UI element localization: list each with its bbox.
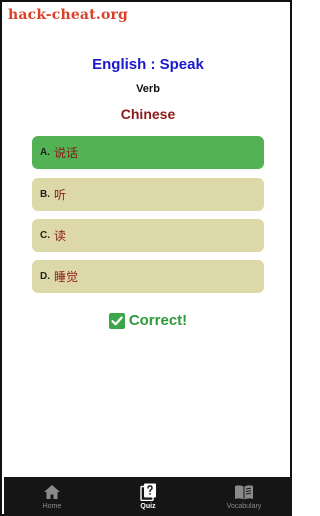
option-text: 听 xyxy=(54,188,67,202)
home-icon xyxy=(44,485,60,499)
feedback-text: Correct! xyxy=(128,312,188,329)
option-text: 睡觉 xyxy=(54,270,79,284)
target-language: Chinese xyxy=(120,106,176,122)
option-text: 说话 xyxy=(54,146,79,160)
nav-item-home[interactable]: Home xyxy=(4,477,100,516)
answer-option-b[interactable]: B. 听 xyxy=(32,178,264,211)
nav-item-vocabulary[interactable]: Vocabulary xyxy=(196,477,292,516)
nav-label-quiz: Quiz xyxy=(140,503,156,510)
part-of-speech: Verb xyxy=(136,83,160,95)
nav-label-home: Home xyxy=(42,503,62,510)
answer-option-a[interactable]: A. 说话 xyxy=(32,136,264,169)
answer-feedback: Correct! xyxy=(2,312,294,329)
app-screen: hack-cheat.org English : Speak Verb Chin… xyxy=(0,0,292,516)
quiz-prompt: English : Speak xyxy=(92,56,204,73)
option-letter: D. xyxy=(40,271,50,282)
book-icon xyxy=(235,485,253,500)
option-letter: C. xyxy=(40,230,50,241)
nav-item-quiz[interactable]: Quiz xyxy=(100,477,196,516)
option-text: 读 xyxy=(54,229,67,243)
option-letter: B. xyxy=(40,189,50,200)
nav-label-vocabulary: Vocabulary xyxy=(226,503,262,510)
answer-option-c[interactable]: C. 读 xyxy=(32,219,264,252)
bottom-navigation: Home Quiz Vocabulary xyxy=(4,477,292,516)
option-letter: A. xyxy=(40,147,50,158)
check-icon xyxy=(108,312,125,329)
quiz-icon xyxy=(140,483,156,501)
watermark: hack-cheat.org xyxy=(8,7,129,23)
answer-option-d[interactable]: D. 睡觉 xyxy=(32,260,264,293)
